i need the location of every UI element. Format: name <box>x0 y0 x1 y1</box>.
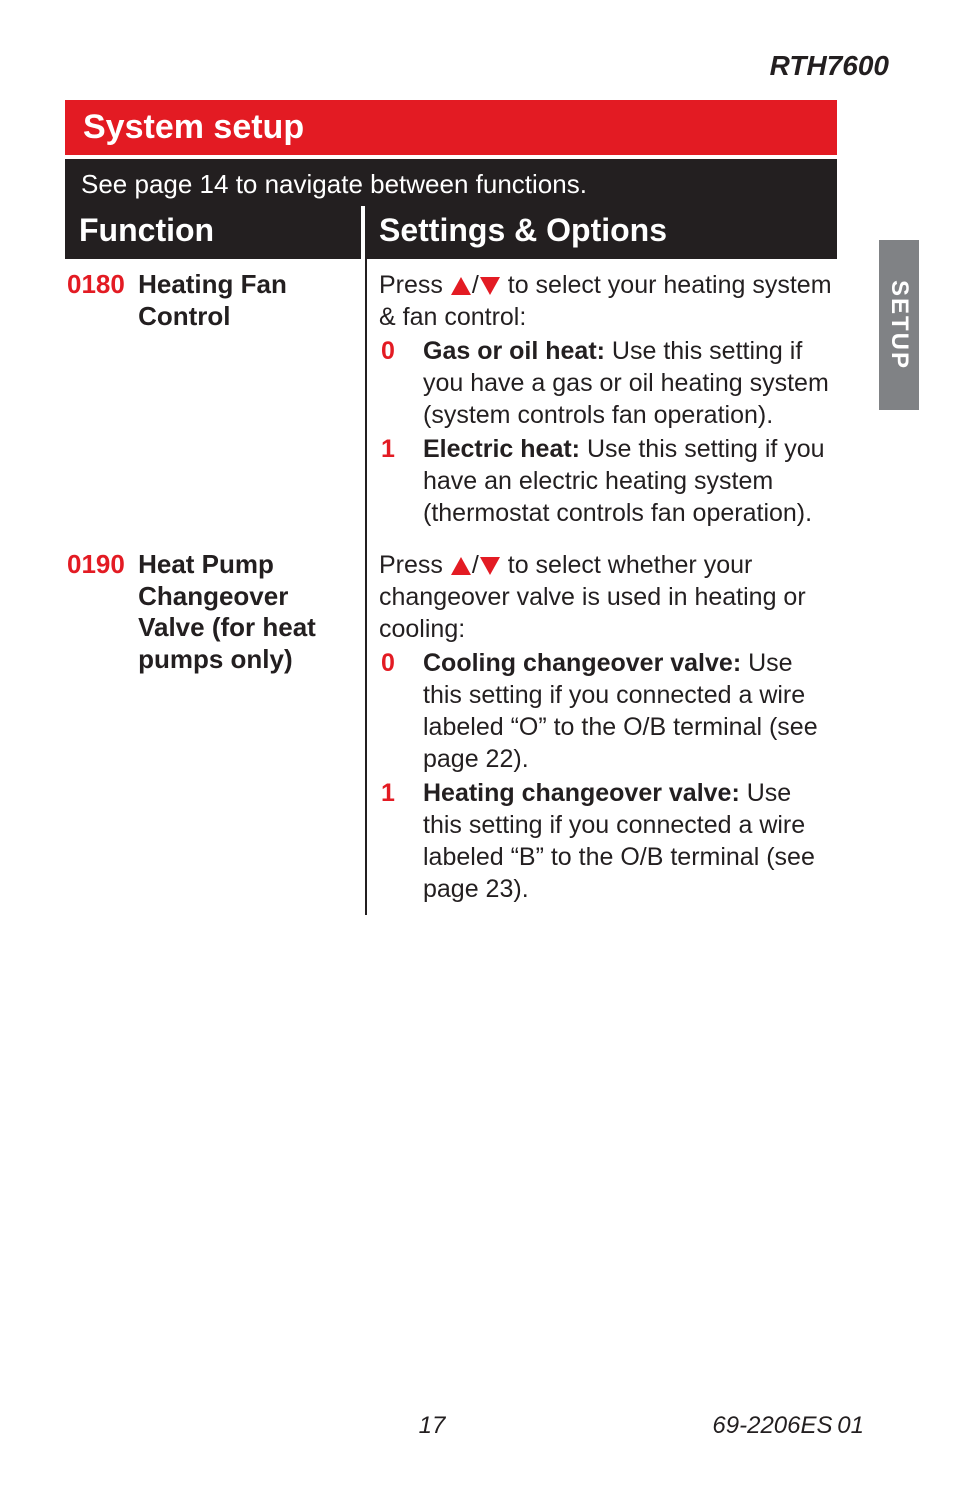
table-body: 0180 Heating Fan Control Press / to sele… <box>65 259 837 915</box>
function-name: Heating Fan Control <box>132 269 346 332</box>
option-row: 0 Cooling changeover valve: Use this set… <box>379 647 833 775</box>
option-row: 1 Electric heat: Use this setting if you… <box>379 433 833 529</box>
settings-intro: Press / to select whether your changeove… <box>379 549 833 645</box>
table-row: 0190 Heat Pump Changeover Valve (for hea… <box>65 539 837 915</box>
option-number: 1 <box>379 433 423 465</box>
nav-note: See page 14 to navigate between function… <box>65 159 837 206</box>
option-number: 0 <box>379 647 423 679</box>
option-title: Cooling changeover valve: <box>423 649 741 677</box>
col-header-settings: Settings & Options <box>365 206 837 259</box>
option-row: 0 Gas or oil heat: Use this setting if y… <box>379 335 833 431</box>
table-header-row: Function Settings & Options <box>65 206 837 259</box>
model-number: RTH7600 <box>65 50 889 82</box>
arrow-up-icon <box>451 557 471 575</box>
option-title: Heating changeover valve: <box>423 779 740 807</box>
option-body: Heating changeover valve: Use this setti… <box>423 777 833 905</box>
option-row: 1 Heating changeover valve: Use this set… <box>379 777 833 905</box>
doc-number: 69-2206ES 01 <box>712 1412 864 1440</box>
table-row: 0180 Heating Fan Control Press / to sele… <box>65 259 837 539</box>
settings-cell: Press / to select your heating system & … <box>365 259 837 539</box>
section-title: System setup <box>65 100 837 155</box>
function-cell: 0180 Heating Fan Control <box>65 259 365 539</box>
function-name: Heat Pump Changeover Valve (for heat pum… <box>132 549 346 676</box>
settings-cell: Press / to select whether your changeove… <box>365 539 837 915</box>
option-number: 1 <box>379 777 423 809</box>
option-body: Cooling changeover valve: Use this setti… <box>423 647 833 775</box>
option-body: Electric heat: Use this setting if you h… <box>423 433 833 529</box>
side-tab-setup: SETUP <box>879 240 919 410</box>
option-body: Gas or oil heat: Use this setting if you… <box>423 335 833 431</box>
option-number: 0 <box>379 335 423 367</box>
function-cell: 0190 Heat Pump Changeover Valve (for hea… <box>65 539 365 915</box>
arrow-down-icon <box>480 557 500 575</box>
option-title: Electric heat: <box>423 435 580 463</box>
arrow-up-icon <box>451 277 471 295</box>
arrow-down-icon <box>480 277 500 295</box>
col-header-function: Function <box>65 206 365 259</box>
intro-pre: Press <box>379 551 450 579</box>
function-code: 0190 <box>67 549 125 581</box>
settings-intro: Press / to select your heating system & … <box>379 269 833 333</box>
option-title: Gas or oil heat: <box>423 337 605 365</box>
function-code: 0180 <box>67 269 125 301</box>
page-footer: 17 69-2206ES 01 <box>0 1412 954 1440</box>
intro-pre: Press <box>379 271 450 299</box>
